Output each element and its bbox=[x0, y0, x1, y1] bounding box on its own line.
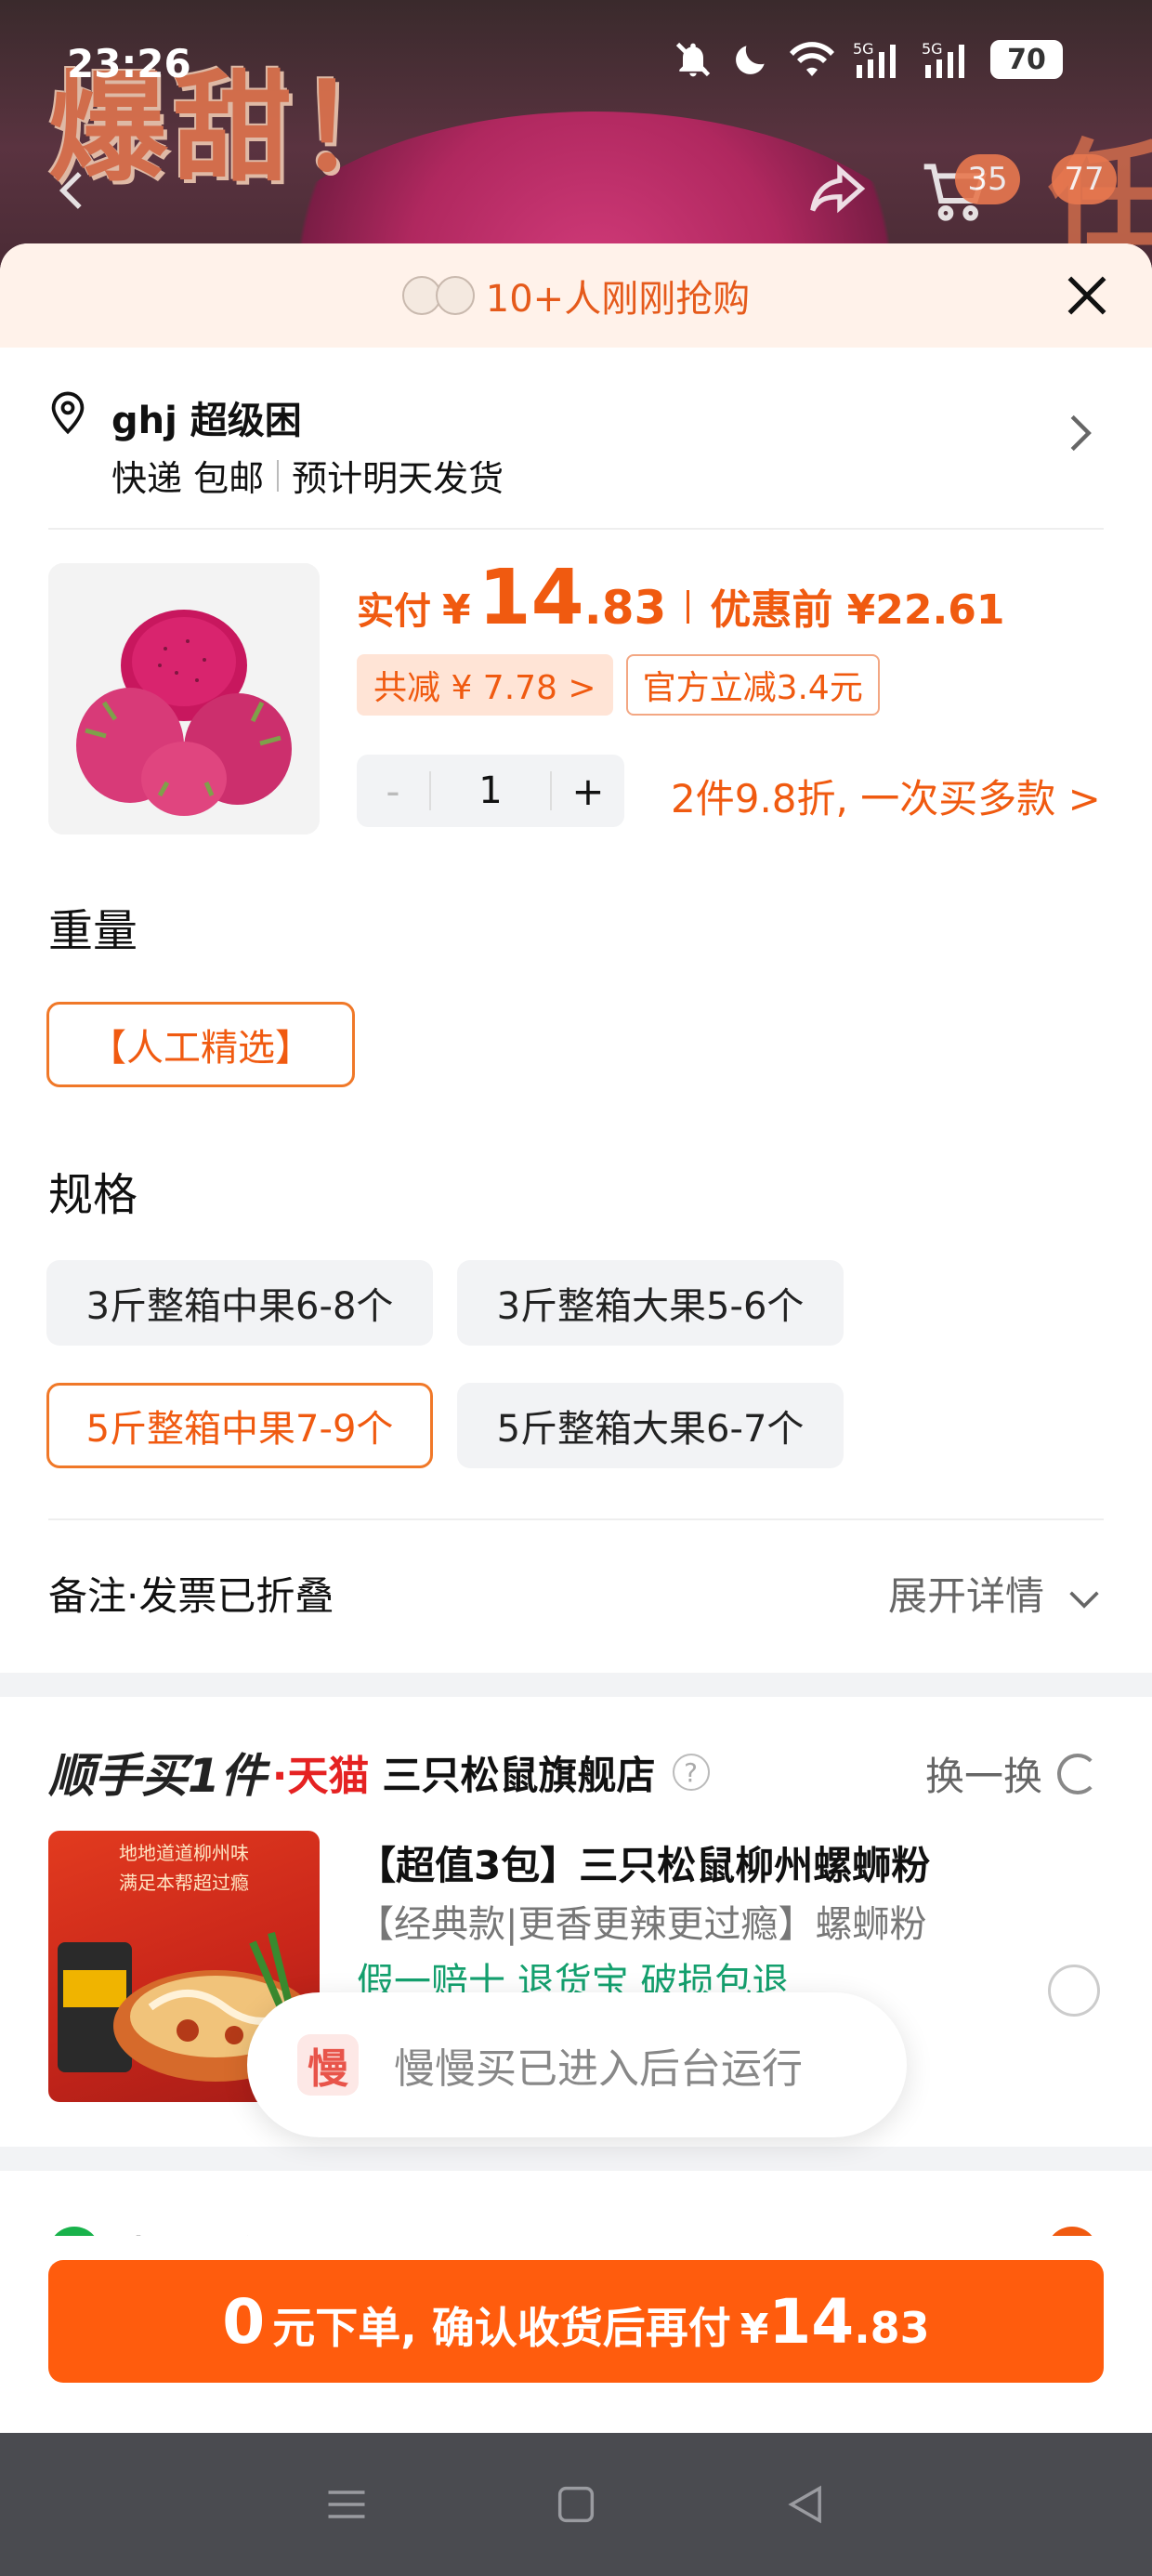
svg-text:5G: 5G bbox=[853, 40, 874, 58]
home-square-icon[interactable] bbox=[552, 2480, 600, 2529]
weight-option-manual-select[interactable]: 【人工精选】 bbox=[46, 1002, 355, 1087]
cart-count-badge: 35 bbox=[955, 154, 1020, 204]
toast-notification: 慢 慢慢买已进入后台运行 bbox=[247, 1992, 907, 2137]
location-pin-icon bbox=[48, 390, 87, 435]
spec-option-5jin-large[interactable]: 5斤整箱大果6-7个 bbox=[457, 1383, 844, 1468]
expand-details-link[interactable]: 展开详情 bbox=[888, 1565, 1101, 1622]
price-decimal: .83 bbox=[583, 581, 667, 635]
help-icon[interactable]: ? bbox=[672, 1754, 710, 1791]
cta-text: 元下单, 确认收货后再付 bbox=[272, 2303, 731, 2353]
remark-invoice-label: 备注·发票已折叠 bbox=[48, 1573, 334, 1619]
quantity-minus-button[interactable]: - bbox=[357, 769, 429, 814]
mute-bell-icon bbox=[675, 42, 711, 77]
share-icon[interactable] bbox=[805, 156, 870, 221]
discount-chips: 共减 ¥ 7.78 > 官方立减3.4元 bbox=[357, 654, 880, 716]
divider bbox=[277, 459, 280, 492]
screen: { "status_bar": {"time": "23:26", "batte… bbox=[0, 0, 1152, 2576]
cta-currency: ¥ bbox=[740, 2306, 769, 2353]
section-separator bbox=[0, 1673, 1152, 1697]
quantity-value[interactable]: 1 bbox=[431, 769, 550, 812]
spec-option-5jin-medium[interactable]: 5斤整箱中果7-9个 bbox=[46, 1383, 433, 1468]
shipping-info: 快递 包邮 预计明天发货 bbox=[111, 450, 504, 501]
divider bbox=[687, 590, 690, 624]
chevron-right-icon[interactable] bbox=[1067, 413, 1094, 464]
price-row: 实付 ¥ 14 .83 优惠前 ¥22.61 bbox=[357, 554, 1004, 642]
divider bbox=[48, 528, 1104, 530]
paid-label: 实付 bbox=[357, 590, 431, 633]
total-discount-chip[interactable]: 共减 ¥ 7.78 > bbox=[357, 654, 613, 716]
spec-option-3jin-large[interactable]: 3斤整箱大果5-6个 bbox=[457, 1260, 844, 1346]
purchase-sheet: 10+人刚刚抢购 ghj 超级困 快递 包邮 预计明天发货 实付 ¥ 14 .8… bbox=[0, 243, 1152, 2576]
divider bbox=[48, 1518, 1104, 1520]
banner-text: 10+人刚刚抢购 bbox=[485, 278, 751, 321]
system-nav-bar bbox=[0, 2433, 1152, 2576]
buyer-avatars bbox=[401, 276, 475, 315]
weight-section-title: 重量 bbox=[48, 905, 138, 957]
quantity-plus-button[interactable]: + bbox=[552, 769, 624, 814]
message-count-badge: 77 bbox=[1052, 154, 1117, 204]
place-order-button[interactable]: 0 元下单, 确认收货后再付 ¥ 14 .83 bbox=[48, 2260, 1104, 2383]
currency-symbol: ¥ bbox=[442, 586, 471, 634]
price-before-discount: 优惠前 ¥22.61 bbox=[710, 586, 1005, 634]
store-name: 三只松鼠旗舰店 bbox=[382, 1752, 656, 1798]
recent-buyers-banner: 10+人刚刚抢购 bbox=[0, 243, 1152, 348]
refresh-icon bbox=[1057, 1753, 1099, 1794]
toast-text: 慢慢买已进入后台运行 bbox=[394, 2045, 803, 2093]
back-arrow-icon[interactable] bbox=[48, 165, 98, 216]
signal-5g-icon: 5G bbox=[853, 40, 896, 78]
cta-price-integer: 14 bbox=[768, 2286, 855, 2358]
add-on-header: 顺手买1件 ·天猫 三只松鼠旗舰店 ? bbox=[48, 1740, 710, 1805]
add-on-product-title[interactable]: 【超值3包】三只松鼠柳州螺蛳粉 bbox=[357, 1834, 930, 1891]
status-time: 23:26 bbox=[67, 41, 191, 86]
signal-5g-icon-2: 5G bbox=[922, 40, 964, 78]
svg-text:5G: 5G bbox=[922, 40, 943, 58]
app-icon: 慢 bbox=[297, 2034, 359, 2096]
add-on-brand-title: 顺手买1件 bbox=[48, 1749, 267, 1803]
cta-zero: 0 bbox=[222, 2286, 266, 2358]
add-on-product-desc: 【经典款|更香更辣更过瘾】螺蛳粉 bbox=[357, 1903, 927, 1946]
quantity-stepper: - 1 + bbox=[357, 755, 624, 827]
tmall-label: ·天猫 bbox=[271, 1753, 370, 1800]
swap-label: 换一换 bbox=[925, 1754, 1043, 1799]
status-icons: 5G 5G 70 bbox=[673, 39, 1063, 80]
add-on-select-radio[interactable] bbox=[1048, 1965, 1100, 2017]
chevron-down-icon bbox=[1069, 1591, 1100, 1609]
avatar bbox=[435, 276, 475, 315]
spec-option-3jin-medium[interactable]: 3斤整箱中果6-8个 bbox=[46, 1260, 433, 1346]
multi-buy-promo-link[interactable]: 2件9.8折, 一次买多款 > bbox=[671, 768, 1101, 824]
swap-button[interactable]: 换一换 bbox=[925, 1745, 1099, 1802]
official-discount-chip: 官方立减3.4元 bbox=[625, 654, 880, 716]
spec-section-title: 规格 bbox=[48, 1169, 138, 1221]
product-image[interactable] bbox=[48, 563, 320, 835]
address-name[interactable]: ghj 超级困 bbox=[111, 390, 302, 444]
back-triangle-icon[interactable] bbox=[781, 2480, 830, 2529]
cta-price-decimal: .83 bbox=[854, 2303, 930, 2353]
battery-indicator: 70 bbox=[990, 40, 1063, 79]
wifi-icon bbox=[790, 42, 834, 76]
expand-details-label: 展开详情 bbox=[888, 1573, 1045, 1619]
menu-icon[interactable] bbox=[322, 2480, 371, 2529]
moon-icon bbox=[736, 46, 765, 74]
shipping-method: 快递 包邮 bbox=[111, 458, 265, 499]
price-integer: 14 bbox=[478, 554, 584, 642]
close-icon[interactable] bbox=[1061, 269, 1113, 322]
section-separator bbox=[0, 2147, 1152, 2171]
delivery-eta: 预计明天发货 bbox=[292, 458, 504, 499]
